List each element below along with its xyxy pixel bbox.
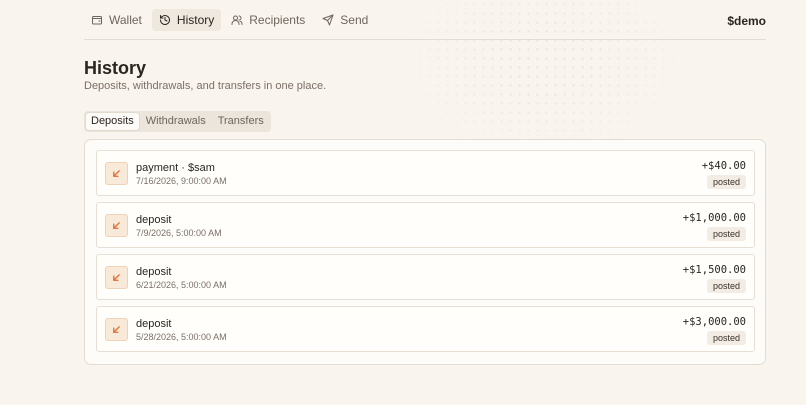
transaction-time: 7/16/2026, 9:00:00 AM [136, 176, 227, 186]
nav-send-label: Send [340, 13, 369, 27]
transaction-amount: +$40.00 [701, 160, 746, 172]
send-icon [322, 14, 334, 26]
transaction-row[interactable]: deposit 6/21/2026, 5:00:00 AM +$1,500.00… [96, 254, 755, 300]
arrow-down-left-icon [105, 162, 128, 185]
page-subtitle: Deposits, withdrawals, and transfers in … [84, 80, 327, 92]
transaction-title: payment · $sam [136, 162, 215, 174]
transaction-amount: +$3,000.00 [682, 316, 746, 328]
transaction-time: 7/9/2026, 5:00:00 AM [136, 228, 222, 238]
transaction-row[interactable]: deposit 5/28/2026, 5:00:00 AM +$3,000.00… [96, 306, 755, 352]
arrow-down-left-icon [105, 318, 128, 341]
transaction-amount: +$1,000.00 [682, 212, 746, 224]
transaction-time: 6/21/2026, 5:00:00 AM [136, 280, 227, 290]
tab-withdrawals[interactable]: Withdrawals [141, 113, 211, 130]
page-title: History [84, 58, 147, 78]
status-badge: posted [706, 175, 746, 189]
nav-recipients[interactable]: Recipients [224, 9, 312, 31]
top-nav: Wallet History Recipients Send $demo [84, 9, 766, 40]
status-badge: posted [706, 279, 746, 293]
nav-recipients-label: Recipients [249, 13, 306, 27]
nav-wallet[interactable]: Wallet [84, 9, 149, 31]
users-icon [231, 15, 243, 25]
transaction-time: 5/28/2026, 5:00:00 AM [136, 332, 227, 342]
tab-transfers[interactable]: Transfers [213, 113, 269, 130]
status-badge: posted [706, 227, 746, 241]
nav-history-label: History [176, 13, 215, 27]
transactions-panel: payment · $sam 7/16/2026, 9:00:00 AM +$4… [84, 139, 766, 365]
nav-wallet-label: Wallet [109, 13, 142, 27]
transaction-title: deposit [136, 214, 172, 226]
transaction-title: deposit [136, 318, 172, 330]
transaction-row[interactable]: payment · $sam 7/16/2026, 9:00:00 AM +$4… [96, 150, 755, 196]
nav-history[interactable]: History [151, 9, 222, 31]
tab-deposits[interactable]: Deposits [86, 113, 139, 130]
history-icon [159, 15, 170, 25]
transaction-title: deposit [136, 266, 172, 278]
arrow-down-left-icon [105, 214, 128, 237]
transaction-row[interactable]: deposit 7/9/2026, 5:00:00 AM +$1,000.00 … [96, 202, 755, 248]
status-badge: posted [706, 331, 746, 345]
wallet-icon [92, 16, 102, 25]
transaction-amount: +$1,500.00 [682, 264, 746, 276]
history-tabs: Deposits Withdrawals Transfers [84, 111, 271, 132]
arrow-down-left-icon [105, 266, 128, 289]
user-handle[interactable]: $demo [727, 14, 766, 28]
nav-send[interactable]: Send [315, 9, 375, 31]
